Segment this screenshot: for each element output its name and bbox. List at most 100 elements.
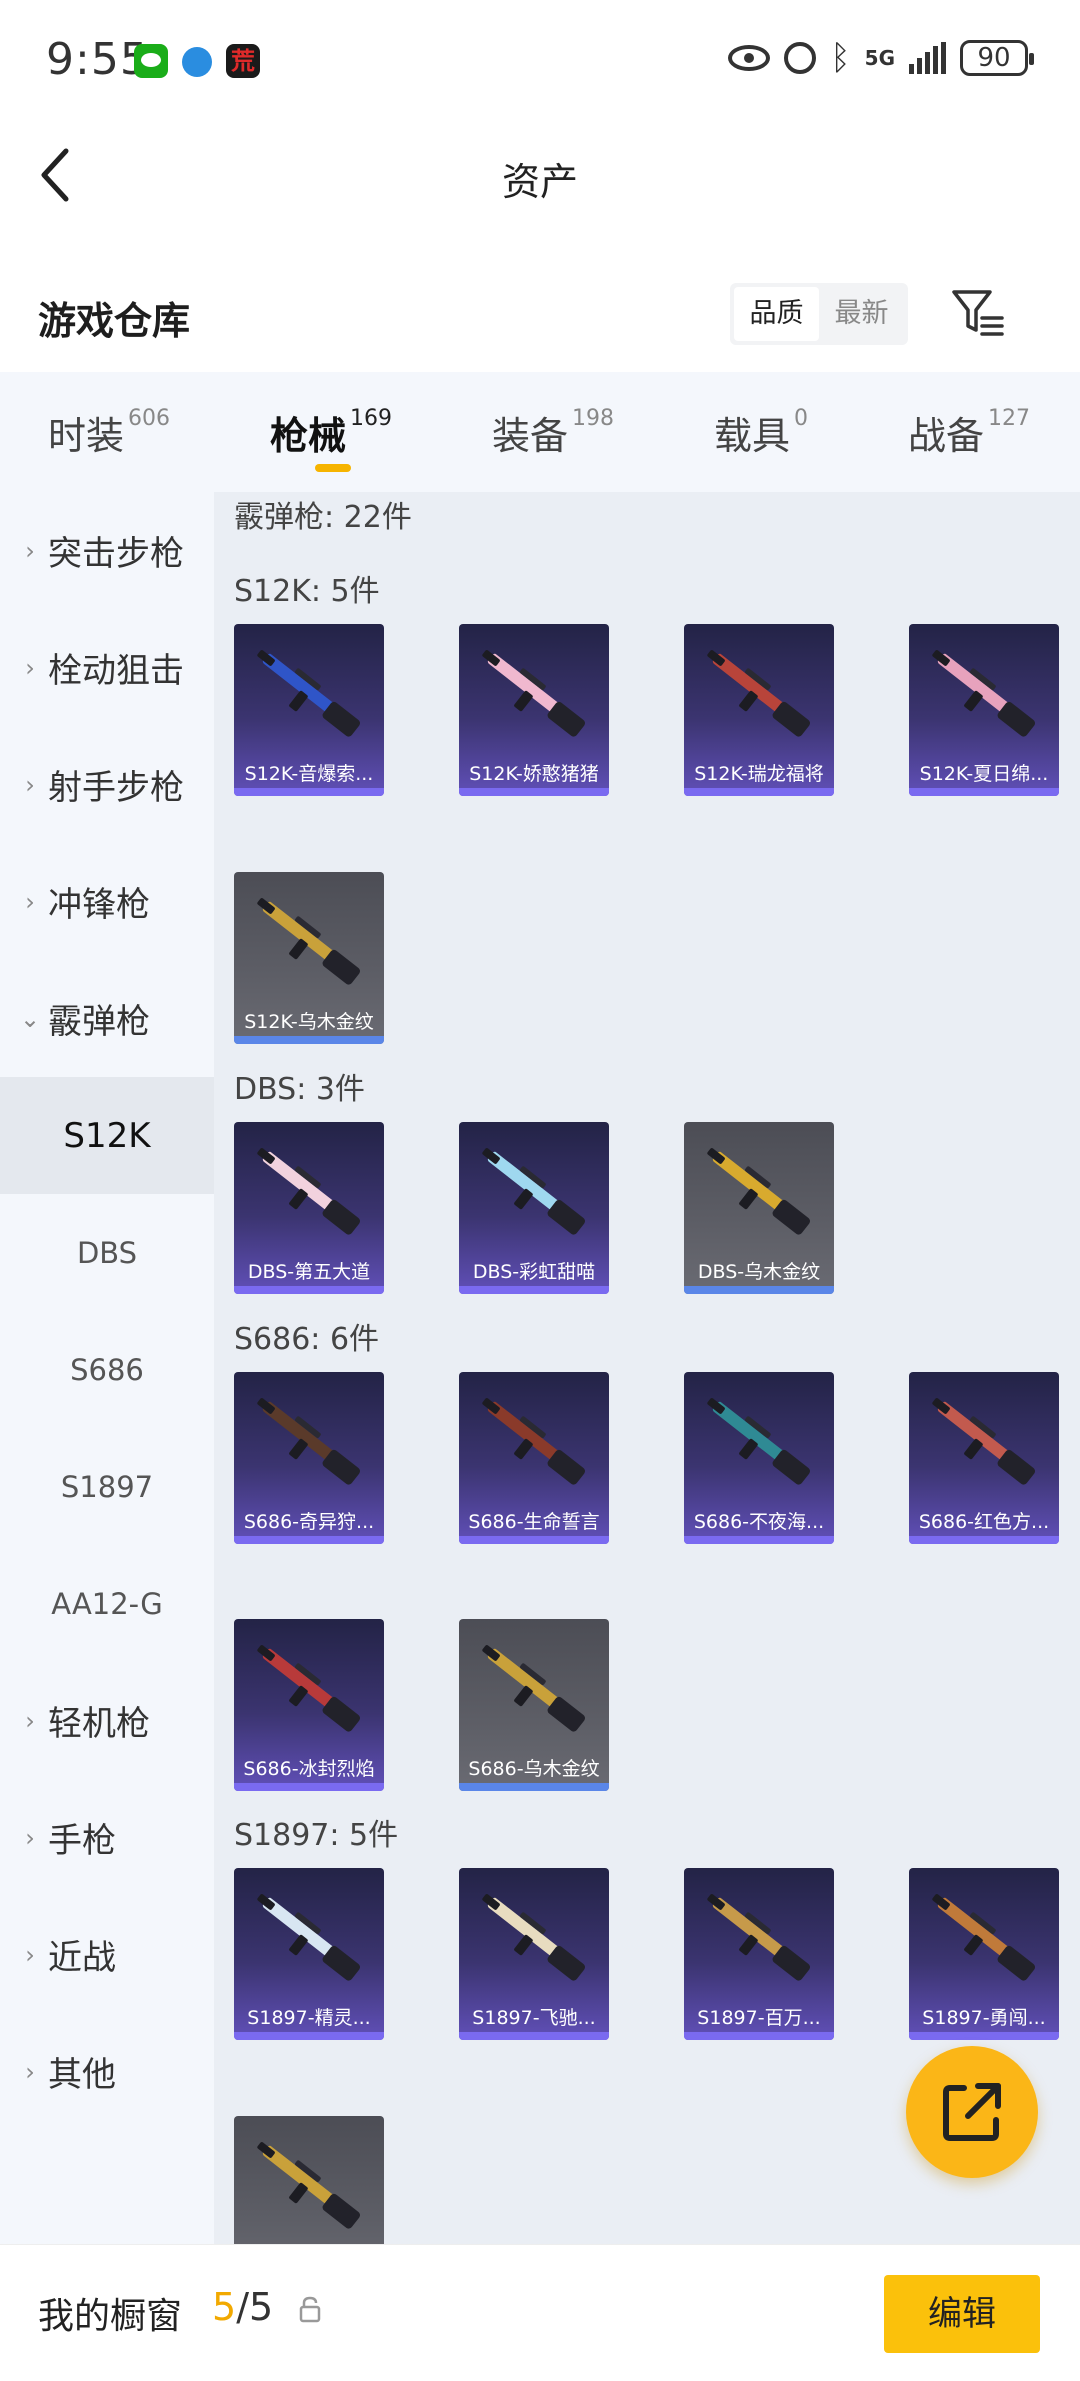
item-card[interactable]: S686-冰封烈焰 bbox=[234, 1619, 384, 1791]
sidebar-item-label: 其他 bbox=[48, 2055, 116, 2095]
rarity-bar bbox=[684, 1536, 834, 1544]
chevron-right-icon: › bbox=[25, 536, 35, 565]
item-card[interactable]: S1897-精灵... bbox=[234, 1868, 384, 2040]
signal-icon bbox=[909, 42, 946, 74]
network-type: 5G bbox=[864, 46, 895, 70]
sidebar-item-label: 近战 bbox=[48, 1938, 116, 1978]
weapon-skin-icon bbox=[257, 1398, 361, 1485]
item-card-name: S1897-百万... bbox=[697, 2007, 821, 2029]
sidebar-item-label: 突击步枪 bbox=[48, 534, 184, 574]
tab-fashion[interactable]: 时装 606 bbox=[48, 372, 170, 492]
sidebar-subitem-aa12g[interactable]: AA12-G bbox=[0, 1545, 214, 1662]
item-card[interactable]: S12K-夏日绵... bbox=[909, 624, 1059, 796]
item-card-name: S12K-夏日绵... bbox=[919, 763, 1049, 785]
sidebar-item-shotgun[interactable]: ⌄ 霰弹枪 bbox=[0, 960, 214, 1077]
weapon-skin-icon bbox=[482, 1645, 586, 1732]
sidebar-item-bolt-sniper[interactable]: › 栓动狙击 bbox=[0, 609, 214, 726]
sort-newest[interactable]: 最新 bbox=[819, 287, 904, 341]
item-card[interactable]: S12K-瑞龙福将 bbox=[684, 624, 834, 796]
item-card[interactable]: DBS-彩虹甜喵 bbox=[459, 1122, 609, 1294]
chevron-right-icon: › bbox=[25, 1940, 35, 1969]
item-card-name: S686-奇异狩... bbox=[243, 1511, 375, 1533]
sidebar-item-melee[interactable]: › 近战 bbox=[0, 1896, 214, 2013]
item-card-name: DBS-第五大道 bbox=[247, 1261, 371, 1283]
tab-equipment[interactable]: 装备 198 bbox=[492, 372, 614, 492]
rarity-bar bbox=[459, 1536, 609, 1544]
weapon-skin-icon bbox=[257, 650, 361, 737]
sidebar-subitem-s1897[interactable]: S1897 bbox=[0, 1428, 214, 1545]
weapon-skin-icon bbox=[707, 1894, 811, 1981]
item-card[interactable]: S686-生命誓言 bbox=[459, 1372, 609, 1544]
tab-count: 198 bbox=[572, 405, 615, 431]
edit-button[interactable]: 编辑 bbox=[884, 2275, 1040, 2353]
item-card[interactable]: S686-乌木金纹 bbox=[459, 1619, 609, 1791]
weapon-skin-icon bbox=[482, 650, 586, 737]
group-header-s12k: S12K: 5件 bbox=[234, 574, 380, 609]
battery-icon: 90 bbox=[960, 40, 1034, 76]
tab-count: 169 bbox=[350, 405, 393, 431]
sidebar-subitem-s686[interactable]: S686 bbox=[0, 1311, 214, 1428]
group-header-s1897: S1897: 5件 bbox=[234, 1818, 399, 1853]
item-card[interactable]: S12K-乌木金纹 bbox=[234, 872, 384, 1044]
item-card[interactable]: DBS-乌木金纹 bbox=[684, 1122, 834, 1294]
item-card-name: DBS-乌木金纹 bbox=[697, 1261, 821, 1283]
sort-quality[interactable]: 品质 bbox=[734, 287, 819, 341]
item-card[interactable]: S12K-娇憨猪猪 bbox=[459, 624, 609, 796]
item-card[interactable] bbox=[234, 2116, 384, 2244]
category-tabs: 时装 606 枪械 169 装备 198 载具 0 战备 127 bbox=[0, 372, 1080, 492]
showcase-label: 我的橱窗 bbox=[38, 2296, 183, 2337]
wechat-notification-icon bbox=[134, 44, 168, 78]
weapon-skin-icon bbox=[932, 650, 1036, 737]
item-card[interactable]: S686-奇异狩... bbox=[234, 1372, 384, 1544]
tab-firearms[interactable]: 枪械 169 bbox=[270, 372, 392, 492]
share-icon bbox=[943, 2083, 1001, 2141]
tab-supplies[interactable]: 战备 127 bbox=[908, 372, 1030, 492]
sidebar-subitem-dbs[interactable]: DBS bbox=[0, 1194, 214, 1311]
filter-icon[interactable] bbox=[950, 286, 1006, 340]
sidebar-item-lmg[interactable]: › 轻机枪 bbox=[0, 1662, 214, 1779]
sidebar-item-marksman-rifle[interactable]: › 射手步枪 bbox=[0, 726, 214, 843]
item-card[interactable]: S686-红色方... bbox=[909, 1372, 1059, 1544]
alarm-icon bbox=[784, 42, 817, 74]
rarity-bar bbox=[684, 788, 834, 796]
sidebar-item-pistol[interactable]: › 手枪 bbox=[0, 1779, 214, 1896]
item-card-name: S686-生命誓言 bbox=[468, 1511, 600, 1533]
item-card[interactable]: S1897-勇闯... bbox=[909, 1868, 1059, 2040]
sidebar-item-assault-rifle[interactable]: › 突击步枪 bbox=[0, 492, 214, 609]
sidebar-item-label: 轻机枪 bbox=[48, 1704, 150, 1744]
active-tab-indicator bbox=[315, 464, 351, 472]
item-card-name: S12K-娇憨猪猪 bbox=[469, 763, 599, 785]
weapon-skin-icon bbox=[932, 1398, 1036, 1485]
page-title: 资产 bbox=[501, 160, 578, 204]
tab-vehicles[interactable]: 载具 0 bbox=[714, 372, 808, 492]
group-header-dbs: DBS: 3件 bbox=[234, 1072, 365, 1107]
rarity-bar bbox=[234, 1783, 384, 1791]
weapon-skin-icon bbox=[257, 1645, 361, 1732]
weapon-skin-icon bbox=[707, 1148, 811, 1235]
chevron-right-icon: › bbox=[25, 770, 35, 799]
weapon-skin-icon bbox=[482, 1894, 586, 1981]
item-card[interactable]: S1897-飞驰... bbox=[459, 1868, 609, 2040]
tab-label: 战备 bbox=[908, 413, 985, 458]
share-button[interactable] bbox=[906, 2046, 1038, 2178]
sort-toggle: 品质 最新 bbox=[730, 283, 908, 345]
item-card[interactable]: S12K-音爆索... bbox=[234, 624, 384, 796]
item-card-name: S686-红色方... bbox=[918, 1511, 1050, 1533]
tab-label: 装备 bbox=[492, 413, 569, 458]
sidebar-item-other[interactable]: › 其他 bbox=[0, 2013, 214, 2130]
sidebar-item-label: 手枪 bbox=[48, 1821, 116, 1861]
rarity-bar bbox=[909, 1536, 1059, 1544]
rarity-bar bbox=[684, 1286, 834, 1294]
item-card-name: S1897-飞驰... bbox=[472, 2007, 596, 2029]
chevron-right-icon: › bbox=[25, 1823, 35, 1852]
sidebar-subitem-s12k[interactable]: S12K bbox=[0, 1077, 214, 1194]
status-bar: 9:55 荒 ᛒ 5G 90 bbox=[0, 0, 1080, 125]
item-card-name: S1897-勇闯... bbox=[922, 2007, 1046, 2029]
item-card-name: S12K-音爆索... bbox=[244, 763, 374, 785]
item-card[interactable]: S686-不夜海... bbox=[684, 1372, 834, 1544]
weapon-skin-icon bbox=[932, 1894, 1036, 1981]
item-card[interactable]: S1897-百万... bbox=[684, 1868, 834, 2040]
sidebar-item-smg[interactable]: › 冲锋枪 bbox=[0, 843, 214, 960]
item-card[interactable]: DBS-第五大道 bbox=[234, 1122, 384, 1294]
nav-bar: 资产 bbox=[0, 125, 1080, 225]
